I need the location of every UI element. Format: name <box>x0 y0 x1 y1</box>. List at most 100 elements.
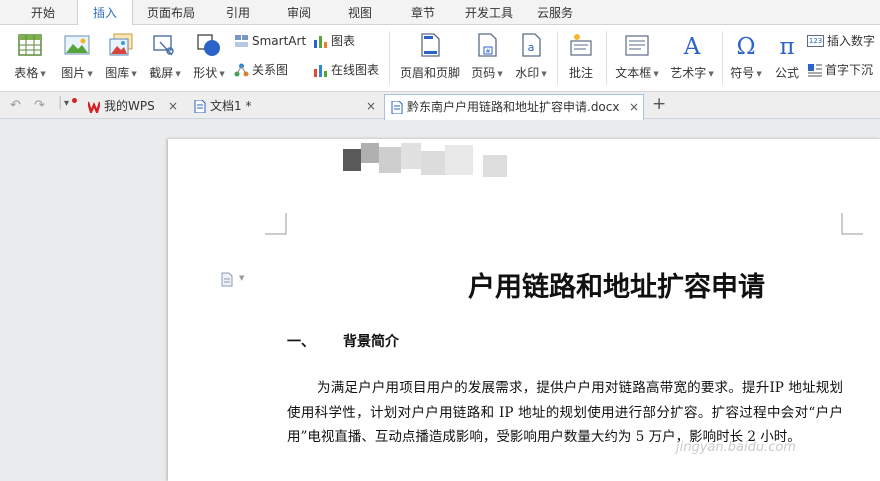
comment-button[interactable]: 批注 <box>562 31 600 87</box>
number-badge-text: 123 <box>808 36 823 45</box>
gallery-label: 图库 <box>105 66 130 80</box>
page-number-icon: # <box>478 33 497 57</box>
picture-icon <box>64 35 90 55</box>
watermark-label: 水印 <box>515 66 540 80</box>
menu-view[interactable]: 视图 <box>332 0 388 25</box>
chart-button[interactable]: 图表 <box>313 32 355 50</box>
chevron-down-icon: ▼ <box>708 69 714 78</box>
chart-label: 图表 <box>331 34 356 48</box>
document-title: 户用链路和地址扩容申请 <box>468 272 765 303</box>
textbox-icon <box>625 35 649 56</box>
chart-icon <box>314 35 327 48</box>
wordart-icon: A <box>683 34 701 57</box>
textbox-label: 文本框 <box>615 66 652 80</box>
omega-symbol-icon: Ω <box>736 34 755 57</box>
menu-cloud[interactable]: 云服务 <box>527 0 583 25</box>
menu-review[interactable]: 审阅 <box>271 0 327 25</box>
relation-chart-button[interactable]: 关系图 <box>234 61 288 79</box>
picture-label: 图片 <box>61 66 86 80</box>
drop-cap-button[interactable]: 首字下沉 <box>807 61 873 79</box>
menu-section[interactable]: 章节 <box>395 0 451 25</box>
site-watermark: jingyan.baidu.com <box>676 440 796 455</box>
redo-icon[interactable]: ↷ <box>34 98 45 113</box>
number-badge-icon: 123 <box>807 34 824 47</box>
document-icon <box>194 100 206 113</box>
menu-reference[interactable]: 引用 <box>210 0 266 25</box>
smartart-icon <box>235 34 248 47</box>
wordart-label: 艺术字 <box>670 66 707 80</box>
close-icon[interactable]: × <box>629 95 639 119</box>
close-icon[interactable]: × <box>168 94 178 118</box>
svg-text:a: a <box>528 41 535 54</box>
ribbon-separator <box>389 31 390 85</box>
document-tab-strip: ↶ ↷ | ▾ 我的WPS × 文档1 * × 黔东南户户用链路和地址扩容申请.… <box>0 92 880 121</box>
menu-page-layout[interactable]: 页面布局 <box>138 0 204 25</box>
table-icon <box>18 34 42 56</box>
menu-bar: 开始 插入 页面布局 引用 审阅 视图 章节 开发工具 云服务 <box>0 0 880 26</box>
tab-my-wps[interactable]: 我的WPS × <box>82 94 182 119</box>
page-number-button[interactable]: # 页码 ▼ <box>467 31 507 87</box>
tab-active-document-label: 黔东南户户用链路和地址扩容申请.docx <box>407 100 620 114</box>
notification-dot-icon <box>72 98 77 103</box>
formula-label: 公式 <box>774 66 799 80</box>
formula-button[interactable]: π 公式 <box>770 31 804 87</box>
smartart-button[interactable]: SmartArt <box>234 32 306 50</box>
menu-start[interactable]: 开始 <box>15 0 71 25</box>
margin-corner-mark <box>841 213 863 235</box>
watermark-button[interactable]: a 水印 ▼ <box>511 31 551 87</box>
svg-text:Ω: Ω <box>736 34 755 57</box>
wps-logo-icon <box>88 101 100 113</box>
ribbon-separator <box>557 31 558 85</box>
svg-text:A: A <box>683 34 701 57</box>
chevron-down-icon[interactable]: ▼ <box>239 274 244 282</box>
document-icon <box>391 101 403 114</box>
section-heading: 一、 背景简介 <box>287 331 399 351</box>
online-chart-button[interactable]: 在线图表 <box>313 61 379 79</box>
relation-chart-icon <box>234 63 249 76</box>
drop-cap-icon <box>808 63 822 76</box>
tab-document1[interactable]: 文档1 * × <box>188 94 378 119</box>
chevron-down-icon: ▼ <box>131 69 137 78</box>
close-icon[interactable]: × <box>366 94 376 118</box>
gallery-button[interactable]: 图库 ▼ <box>100 31 142 87</box>
chevron-down-icon: ▼ <box>87 69 93 78</box>
insert-number-label: 插入数字 <box>827 34 876 48</box>
header-footer-button[interactable]: 页眉和页脚 <box>398 31 462 87</box>
table-button[interactable]: 表格 ▼ <box>10 31 50 87</box>
shape-button[interactable]: 形状 ▼ <box>189 31 229 87</box>
undo-icon[interactable]: ↶ <box>10 98 21 113</box>
section-heading-text: 背景简介 <box>343 334 399 350</box>
tab-active-document[interactable]: 黔东南户户用链路和地址扩容申请.docx × <box>384 94 644 121</box>
redacted-title-area <box>343 141 507 181</box>
pi-formula-icon: π <box>779 34 794 57</box>
chevron-down-icon: ▼ <box>497 69 503 78</box>
insert-number-button[interactable]: 123 插入数字 <box>807 32 875 50</box>
ribbon-separator <box>722 31 723 85</box>
chevron-down-icon: ▼ <box>175 69 181 78</box>
chevron-down-icon: ▼ <box>756 69 762 78</box>
shape-label: 形状 <box>193 66 218 80</box>
ribbon-separator <box>606 31 607 85</box>
textbox-button[interactable]: 文本框 ▼ <box>611 31 663 87</box>
wordart-button[interactable]: A 艺术字 ▼ <box>668 31 716 87</box>
chevron-down-icon: ▼ <box>653 69 659 78</box>
smartart-label: SmartArt <box>252 34 307 48</box>
screenshot-button[interactable]: 截屏 ▼ <box>145 31 185 87</box>
gallery-icon <box>109 33 133 56</box>
online-chart-label: 在线图表 <box>331 63 380 77</box>
paragraph-layout-icon[interactable] <box>221 272 235 287</box>
toolbar-divider: | <box>58 95 63 110</box>
menu-insert[interactable]: 插入 <box>77 0 133 26</box>
page-number-label: 页码 <box>471 66 496 80</box>
tab-my-wps-label: 我的WPS <box>104 99 155 113</box>
new-tab-plus-icon[interactable]: + <box>652 94 666 114</box>
customize-quick-access-icon[interactable]: ▾ <box>64 98 69 109</box>
symbol-button[interactable]: Ω 符号 ▼ <box>726 31 766 87</box>
section-heading-number: 一、 <box>287 334 315 350</box>
screenshot-label: 截屏 <box>149 66 174 80</box>
menu-developer[interactable]: 开发工具 <box>456 0 522 25</box>
tab-document1-label: 文档1 * <box>210 99 252 113</box>
picture-button[interactable]: 图片 ▼ <box>56 31 98 87</box>
shape-icon <box>197 34 220 56</box>
drop-cap-label: 首字下沉 <box>825 63 874 77</box>
